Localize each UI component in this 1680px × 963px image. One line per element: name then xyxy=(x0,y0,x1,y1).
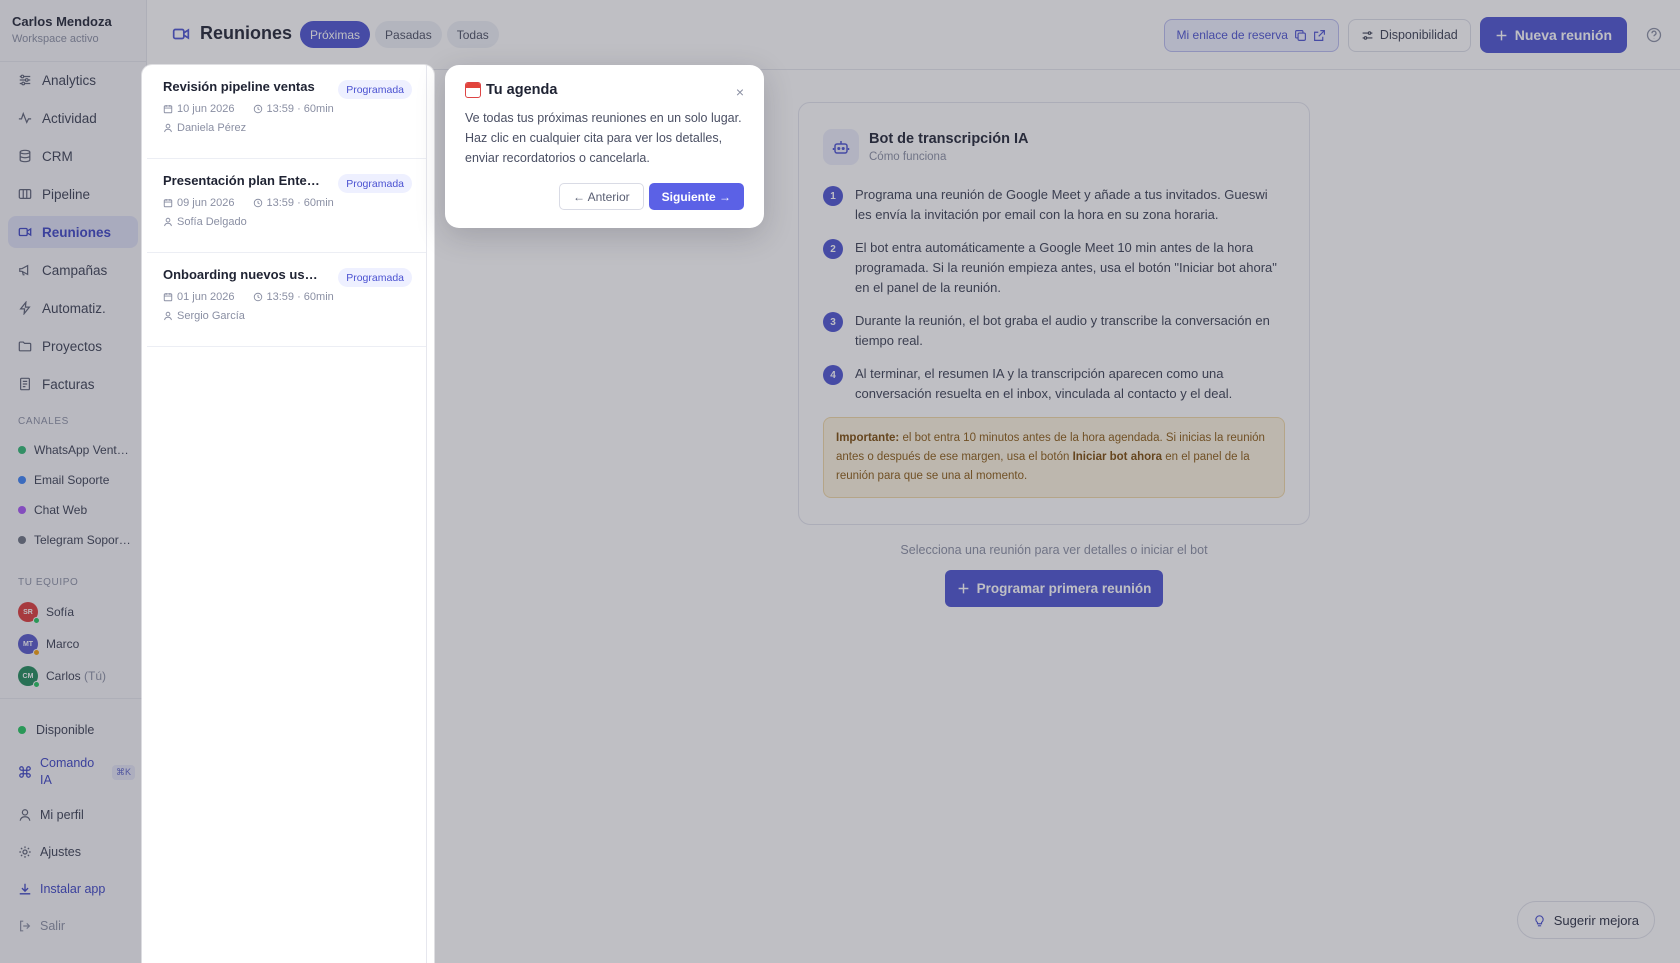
status-badge: Programada xyxy=(338,80,412,99)
clock-icon xyxy=(253,292,263,302)
status-badge: Programada xyxy=(338,268,412,287)
meeting-date: 09 jun 2026 xyxy=(177,197,235,209)
tour-prev-button[interactable]: ← Anterior xyxy=(558,183,644,210)
status-badge: Programada xyxy=(338,174,412,193)
meeting-item[interactable]: Onboarding nuevos usuarios Programada 01… xyxy=(147,253,426,347)
meeting-item[interactable]: Presentación plan Enterprise Programada … xyxy=(147,159,426,253)
meeting-person: Daniela Pérez xyxy=(177,122,247,134)
tour-actions: ← Anterior Siguiente → xyxy=(558,183,744,210)
close-icon[interactable]: × xyxy=(736,84,744,100)
meeting-title: Revisión pipeline ventas xyxy=(163,79,315,94)
meeting-time: 13:59 · 60min xyxy=(266,291,334,303)
user-icon xyxy=(163,217,173,227)
meeting-title: Onboarding nuevos usuarios xyxy=(163,267,323,282)
calendar-icon xyxy=(163,292,173,302)
meeting-time: 13:59 · 60min xyxy=(266,197,334,209)
meeting-date: 10 jun 2026 xyxy=(177,103,235,115)
tour-title: Tu agenda xyxy=(465,82,744,98)
tour-spotlight: Revisión pipeline ventas Programada 10 j… xyxy=(142,65,434,963)
meeting-title: Presentación plan Enterprise xyxy=(163,173,323,188)
tour-next-button[interactable]: Siguiente → xyxy=(648,183,744,210)
clock-icon xyxy=(253,104,263,114)
meeting-item[interactable]: Revisión pipeline ventas Programada 10 j… xyxy=(147,65,426,159)
user-icon xyxy=(163,311,173,321)
clock-icon xyxy=(253,198,263,208)
user-icon xyxy=(163,123,173,133)
tour-popover: Tu agenda × Ve todas tus próximas reunio… xyxy=(445,65,764,228)
calendar-icon xyxy=(163,198,173,208)
calendar-emoji-icon xyxy=(465,82,481,98)
tour-title-text: Tu agenda xyxy=(486,82,558,98)
meeting-person: Sofía Delgado xyxy=(177,216,247,228)
meeting-date: 01 jun 2026 xyxy=(177,291,235,303)
tour-body: Ve todas tus próximas reuniones en un so… xyxy=(465,111,742,165)
meeting-time: 13:59 · 60min xyxy=(266,103,334,115)
meetings-list: Revisión pipeline ventas Programada 10 j… xyxy=(147,65,427,963)
calendar-icon xyxy=(163,104,173,114)
meeting-person: Sergio García xyxy=(177,310,245,322)
